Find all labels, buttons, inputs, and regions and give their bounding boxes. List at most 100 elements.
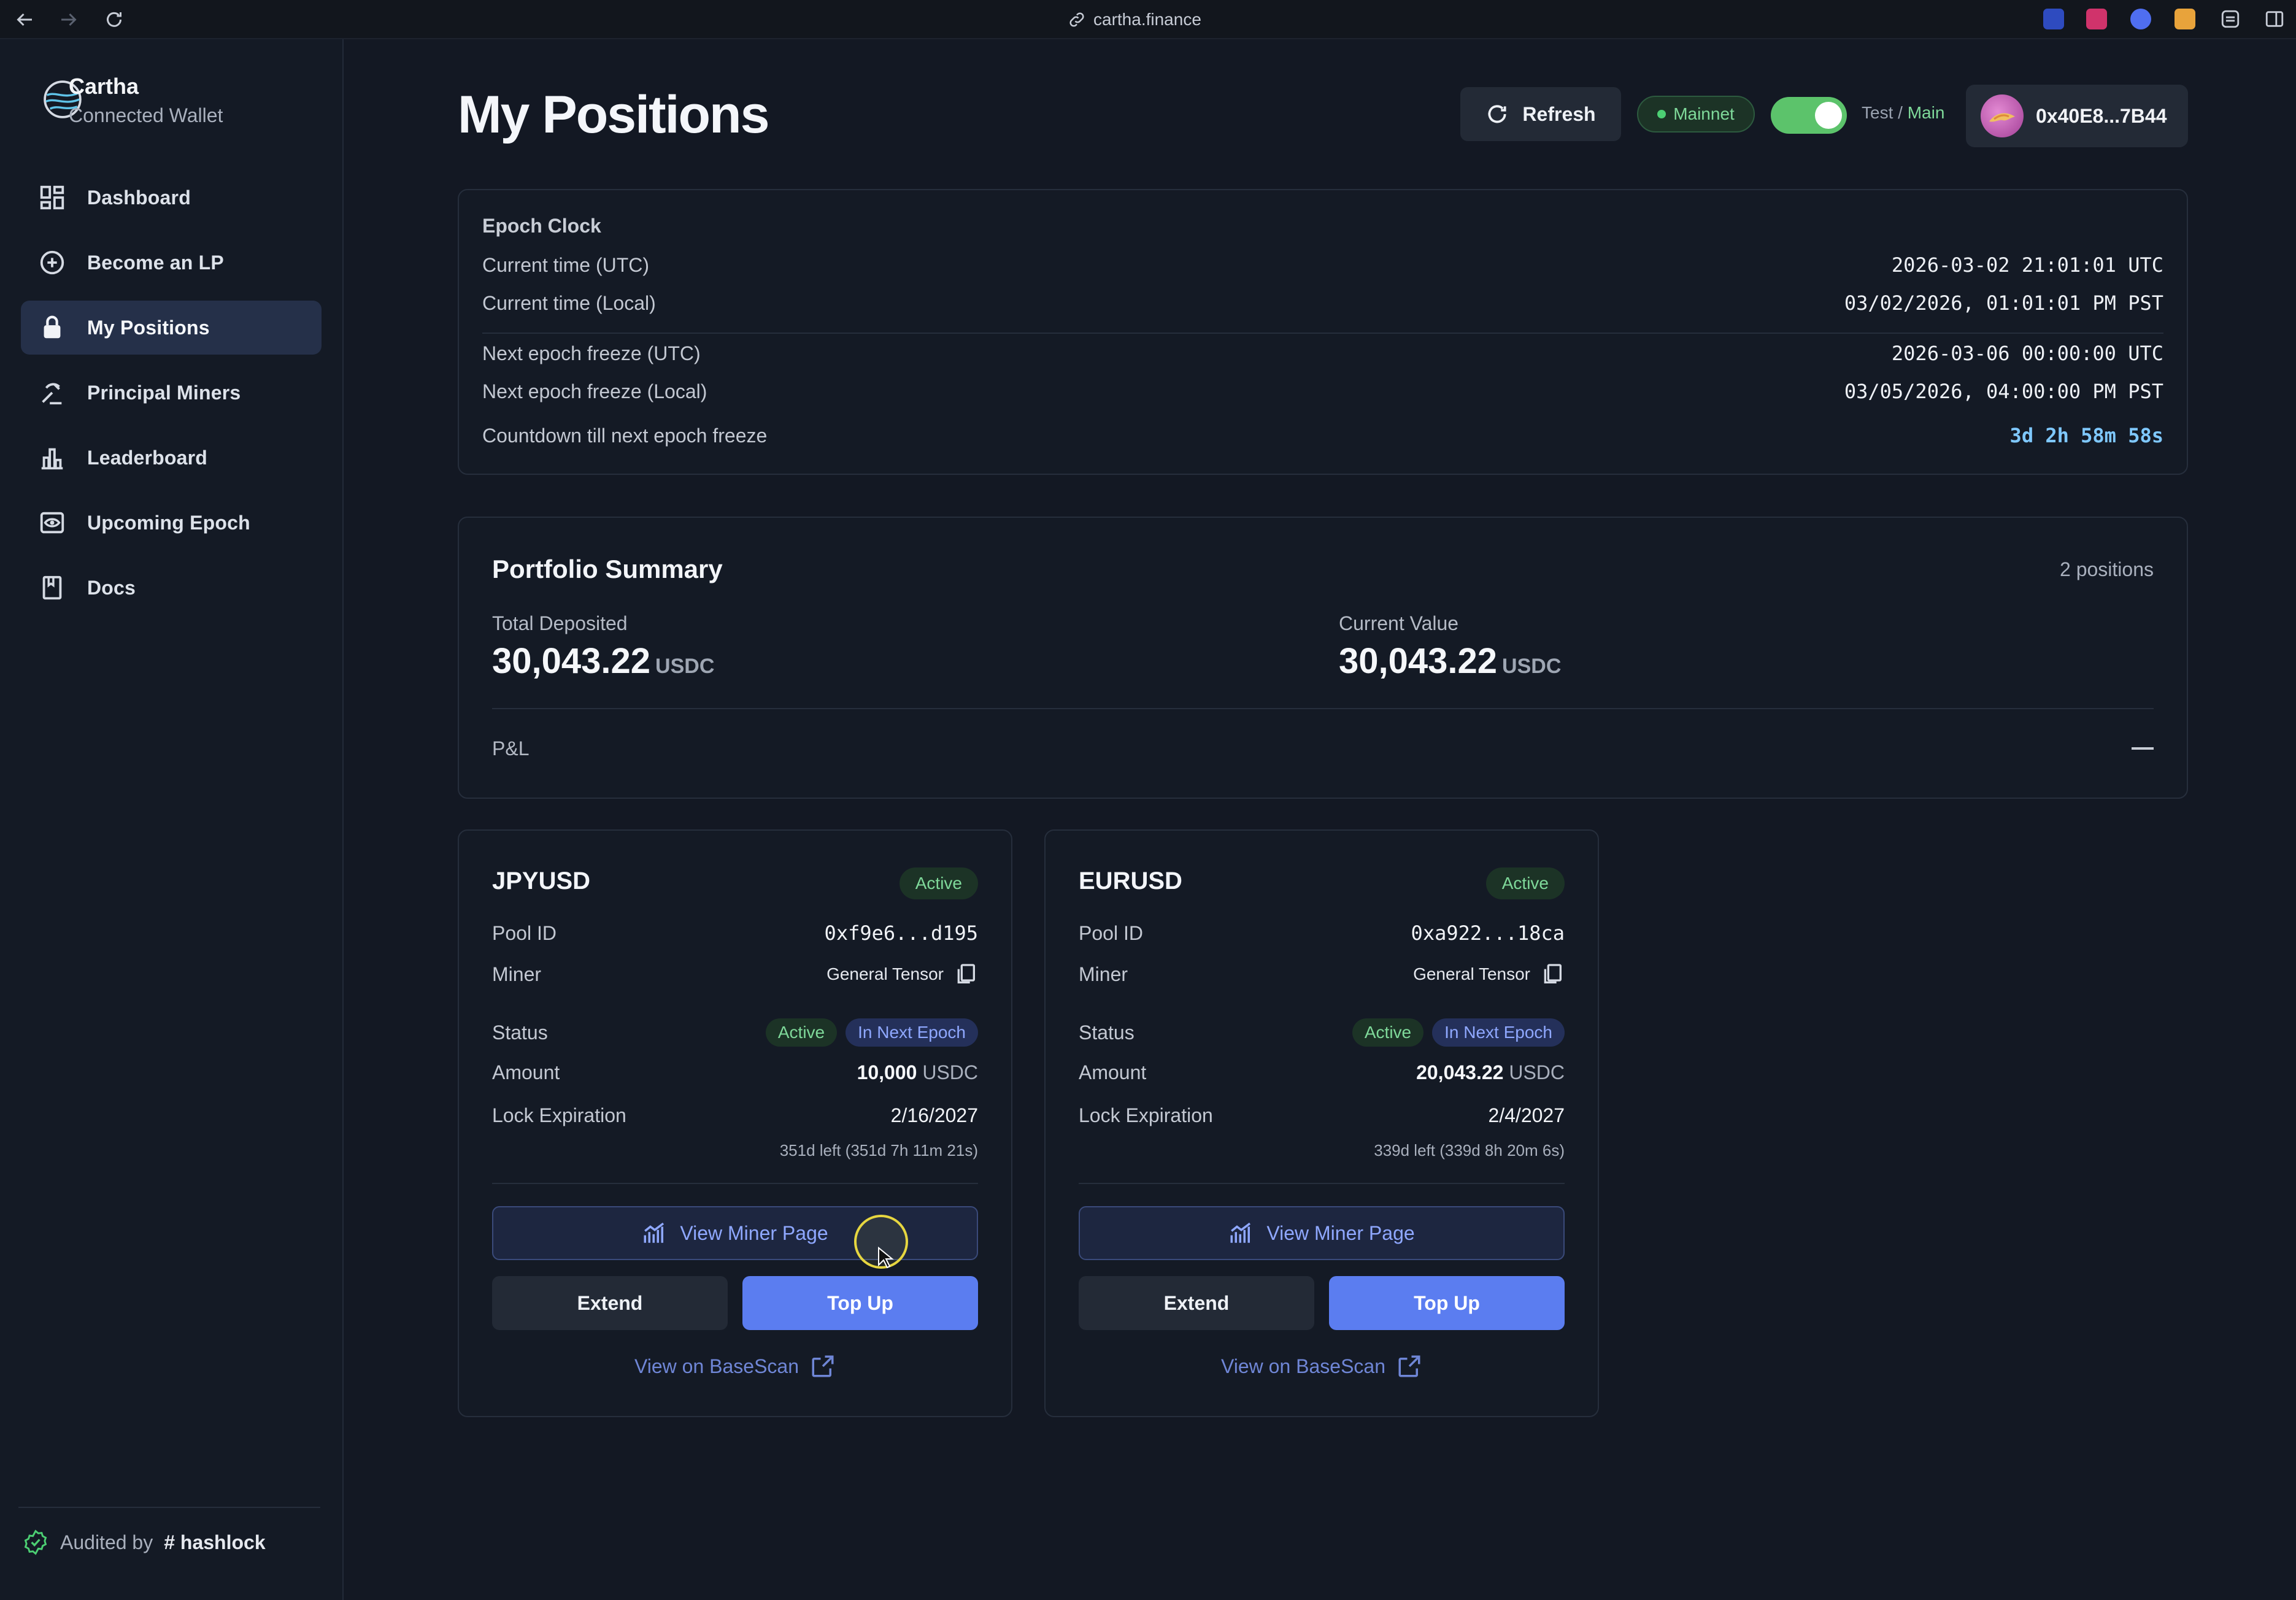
network-toggle-label: Test / Main — [1862, 103, 1944, 123]
extend-button[interactable]: Extend — [492, 1276, 728, 1330]
copy-icon[interactable] — [1540, 962, 1565, 987]
extensions-menu-icon[interactable] — [2220, 9, 2241, 29]
refresh-button[interactable]: Refresh — [1460, 87, 1621, 141]
pnl-empty-dash — [2132, 747, 2154, 750]
back-icon[interactable] — [13, 9, 36, 31]
brand-title: Cartha — [69, 74, 139, 99]
plus-circle-icon — [40, 250, 64, 275]
sidebar-item-principal-miners[interactable]: Principal Miners — [21, 366, 322, 420]
forward-icon[interactable] — [58, 9, 80, 31]
total-deposited-label: Total Deposited — [492, 612, 628, 634]
status-dot-icon — [1657, 110, 1666, 118]
network-toggle[interactable] — [1771, 97, 1847, 134]
miner-name: General Tensor — [826, 964, 944, 983]
miner-label: Miner — [492, 963, 542, 985]
current-value-amount: 30,043.22 — [1339, 641, 1498, 681]
sidebar-item-label: Docs — [87, 576, 136, 599]
external-link-icon — [1398, 1355, 1420, 1377]
extension-4-icon[interactable] — [2175, 9, 2195, 29]
position-divider — [1079, 1183, 1565, 1184]
epoch-row-label: Next epoch freeze (Local) — [482, 380, 707, 402]
total-deposited-amount: 30,043.22 — [492, 641, 651, 681]
lock-time-left: 339d left (339d 8h 20m 6s) — [1374, 1141, 1565, 1160]
pool-id-value: 0xa922...18ca — [1411, 921, 1565, 945]
sidebar-item-my-positions[interactable]: My Positions — [21, 301, 322, 355]
epoch-row-value: 2026-03-02 21:01:01 UTC — [1891, 253, 2163, 277]
status-chips: Active In Next Epoch — [765, 1018, 978, 1047]
amount-value: 10,000 USDC — [857, 1061, 978, 1084]
chart-icon — [1230, 1222, 1251, 1243]
mouse-cursor-icon — [878, 1247, 894, 1269]
portfolio-summary-card: Portfolio Summary 2 positions Total Depo… — [458, 517, 2188, 799]
status-badge: Active — [1485, 867, 1565, 899]
lock-expiration-label: Lock Expiration — [492, 1104, 626, 1126]
miner-name: General Tensor — [1413, 964, 1530, 983]
miner-row: Miner General Tensor — [492, 962, 978, 987]
position-pair: JPYUSD — [492, 867, 591, 894]
browser-toolbar: cartha.finance — [0, 0, 2296, 39]
chart-icon — [644, 1222, 665, 1243]
sidebar: Cartha Connected Wallet Dashboard Become… — [0, 39, 344, 1600]
amount-value: 20,043.22 USDC — [1416, 1061, 1565, 1084]
view-miner-label: View Miner Page — [680, 1221, 828, 1244]
lock-time-left: 351d left (351d 7h 11m 21s) — [779, 1141, 978, 1160]
extension-2-icon[interactable] — [2086, 9, 2107, 29]
pool-id-label: Pool ID — [1079, 921, 1143, 944]
sidebar-item-docs[interactable]: Docs — [21, 561, 322, 615]
epoch-row-label: Current time (UTC) — [482, 253, 650, 276]
sidebar-toggle-icon[interactable] — [2264, 9, 2285, 29]
wallet-button[interactable]: 0x40E8...7B44 — [1966, 85, 2188, 147]
extend-button[interactable]: Extend — [1079, 1276, 1314, 1330]
toggle-test-label: Test — [1862, 103, 1893, 122]
audit-prefix: Audited by — [60, 1531, 153, 1553]
sidebar-item-dashboard[interactable]: Dashboard — [21, 171, 322, 225]
pool-id-label: Pool ID — [492, 921, 557, 944]
status-chip-active: Active — [765, 1018, 838, 1047]
link-icon — [1069, 12, 1084, 27]
mining-icon — [42, 383, 62, 405]
pool-id-value: 0xf9e6...d195 — [824, 921, 978, 945]
status-row: Status Active In Next Epoch — [492, 1018, 978, 1047]
extension-3-icon[interactable] — [2130, 9, 2151, 29]
miner-label: Miner — [1079, 963, 1128, 985]
status-chip-next-epoch: In Next Epoch — [1432, 1018, 1565, 1047]
current-value-label: Current Value — [1339, 612, 1459, 634]
epoch-divider — [482, 333, 2163, 334]
book-icon — [42, 575, 62, 600]
status-label: Status — [492, 1021, 548, 1044]
epoch-clock-title: Epoch Clock — [482, 215, 601, 237]
position-card-eurusd: EURUSD Active Pool ID 0xa922...18ca Mine… — [1044, 829, 1599, 1417]
reload-icon[interactable] — [103, 9, 125, 31]
epoch-countdown: 3d 2h 58m 58s — [2009, 424, 2163, 447]
sidebar-item-label: Become an LP — [87, 251, 224, 274]
lock-expiration-label: Lock Expiration — [1079, 1104, 1213, 1126]
epoch-clock-card: Epoch Clock Current time (UTC) 2026-03-0… — [458, 189, 2188, 475]
sidebar-item-upcoming-epoch[interactable]: Upcoming Epoch — [21, 496, 322, 550]
avatar — [1981, 94, 2024, 137]
currency-unit: USDC — [655, 655, 715, 678]
sidebar-item-label: Upcoming Epoch — [87, 511, 250, 534]
positions-count: 2 positions — [2060, 558, 2154, 580]
epoch-row-label: Current time (Local) — [482, 291, 656, 314]
sidebar-item-become-lp[interactable]: Become an LP — [21, 236, 322, 290]
position-pair: EURUSD — [1079, 867, 1182, 894]
audit-badge[interactable]: Audited by # hashlock — [22, 1529, 266, 1556]
copy-icon[interactable] — [953, 962, 978, 987]
network-label: Mainnet — [1673, 104, 1735, 123]
external-link-icon — [812, 1355, 834, 1377]
address-bar[interactable]: cartha.finance — [1068, 7, 1201, 32]
view-miner-page-button[interactable]: View Miner Page — [1079, 1206, 1565, 1260]
view-on-basescan-link[interactable]: View on BaseScan — [1046, 1353, 1598, 1379]
extension-1-icon[interactable] — [2043, 9, 2064, 29]
top-up-button[interactable]: Top Up — [1329, 1276, 1565, 1330]
verified-badge-icon — [24, 1529, 47, 1555]
sidebar-item-leaderboard[interactable]: Leaderboard — [21, 431, 322, 485]
url-text: cartha.finance — [1093, 10, 1201, 29]
lock-expiration-date: 2/16/2027 — [890, 1104, 978, 1126]
amount-number: 20,043.22 — [1416, 1061, 1504, 1083]
view-on-basescan-link[interactable]: View on BaseScan — [459, 1353, 1011, 1379]
top-up-button[interactable]: Top Up — [742, 1276, 978, 1330]
epoch-row-value: 2026-03-06 00:00:00 UTC — [1891, 342, 2163, 365]
epoch-row: Next epoch freeze (Local) 03/05/2026, 04… — [482, 379, 2163, 404]
eye-icon — [40, 512, 64, 534]
